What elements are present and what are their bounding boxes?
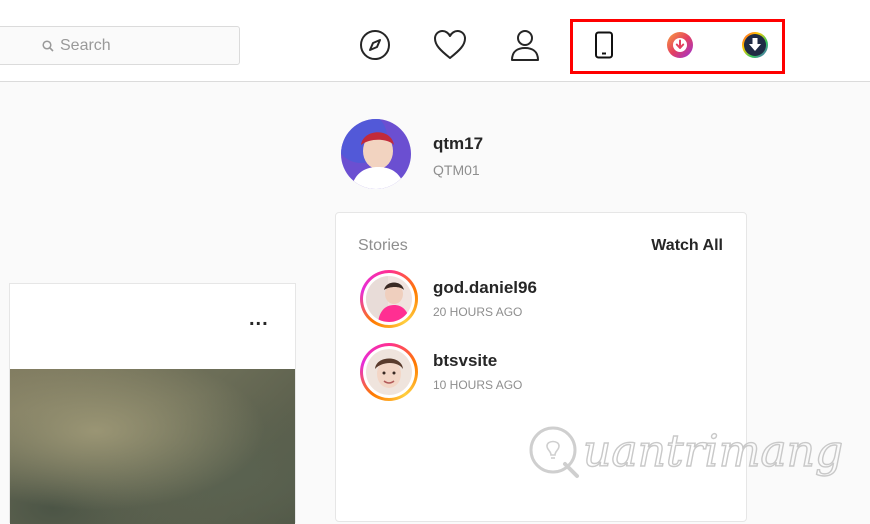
story-username[interactable]: god.daniel96 (433, 278, 537, 298)
heart-icon[interactable] (432, 27, 468, 63)
story-avatar-image (366, 276, 412, 322)
story-avatar[interactable] (366, 349, 412, 395)
watch-all-link[interactable]: Watch All (651, 237, 723, 255)
quantrimang-logo (529, 426, 579, 478)
more-options-button[interactable]: ... (249, 309, 269, 329)
story-item[interactable]: btsvsite 10 HOURS AGO (360, 343, 720, 403)
watermark: uantrimang (525, 418, 845, 488)
post-image[interactable] (10, 369, 295, 524)
download-pink-circle-icon[interactable] (666, 31, 694, 59)
search-icon (42, 40, 54, 52)
search-input[interactable]: Search (0, 26, 240, 65)
mobile-phone-icon[interactable] (590, 31, 618, 59)
story-avatar-image (366, 349, 412, 395)
person-icon[interactable] (507, 27, 543, 63)
feed-post: ... (9, 283, 296, 524)
compass-icon[interactable] (357, 27, 393, 63)
watermark-text: uantrimang (582, 425, 844, 477)
profile-fullname: QTM01 (433, 162, 480, 178)
story-timestamp: 20 HOURS AGO (433, 305, 523, 319)
story-item[interactable]: god.daniel96 20 HOURS AGO (360, 270, 720, 330)
profile-avatar-image (341, 119, 411, 189)
profile-username[interactable]: qtm17 (433, 134, 483, 154)
story-timestamp: 10 HOURS AGO (433, 378, 523, 392)
top-navigation-bar: Search (0, 0, 870, 82)
search-placeholder-wrap: Search (42, 37, 111, 55)
story-username[interactable]: btsvsite (433, 351, 497, 371)
story-avatar[interactable] (366, 276, 412, 322)
profile-avatar[interactable] (341, 119, 411, 189)
search-placeholder: Search (60, 37, 111, 54)
download-dark-circle-icon[interactable] (741, 31, 769, 59)
stories-title: Stories (358, 237, 408, 254)
